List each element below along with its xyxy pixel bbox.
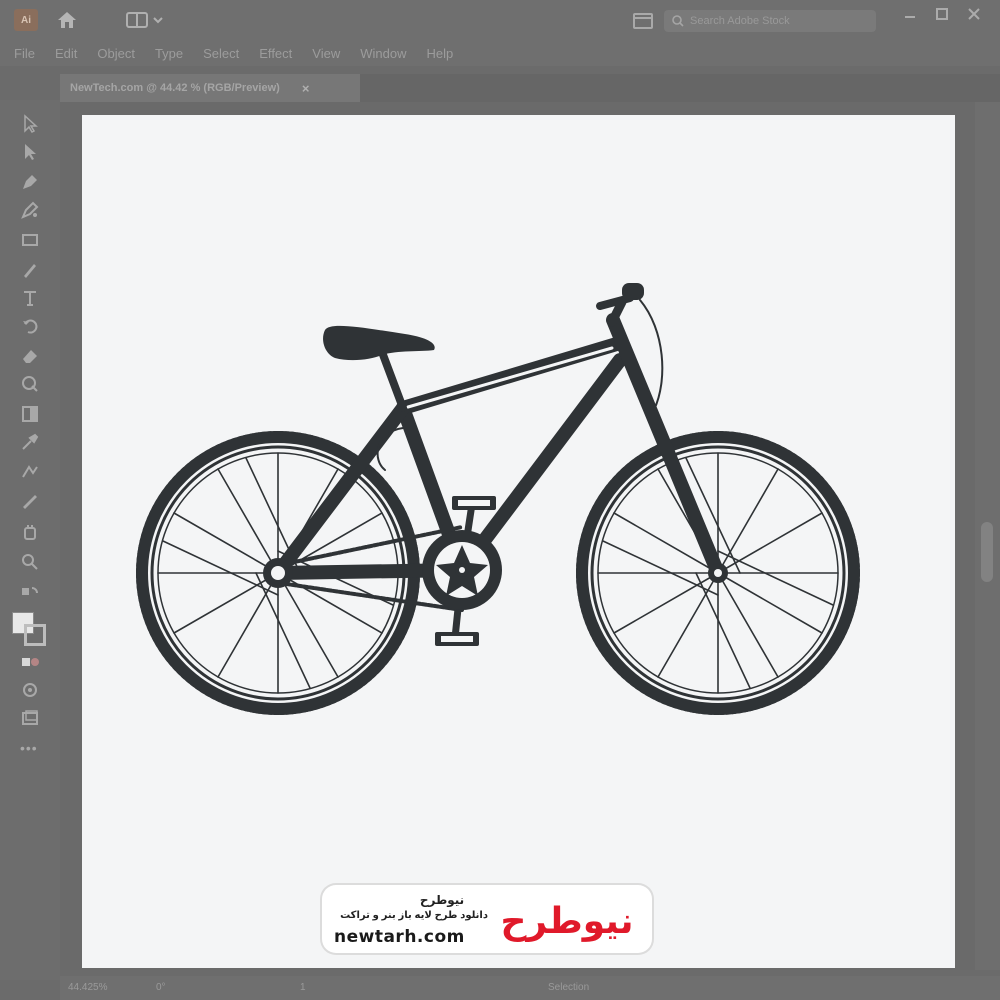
watermark-brand: نیوطرح <box>419 893 465 907</box>
status-bar: 44.425% 0° 1 Selection <box>60 976 1000 1000</box>
more-tools-icon[interactable]: ••• <box>20 740 38 756</box>
menu-help[interactable]: Help <box>426 46 453 61</box>
menu-type[interactable]: Type <box>155 46 183 61</box>
menu-edit[interactable]: Edit <box>55 46 77 61</box>
color-mode-icon[interactable] <box>18 650 42 674</box>
search-placeholder: Search Adobe Stock <box>690 15 790 27</box>
maximize-icon[interactable] <box>934 6 950 22</box>
draw-mode-icon[interactable] <box>18 678 42 702</box>
shape-builder-tool-icon[interactable] <box>18 372 42 396</box>
document-tab-title: NewTech.com @ 44.42 % (RGB/Preview) <box>70 82 280 94</box>
rotate-tool-icon[interactable] <box>18 314 42 338</box>
artboard[interactable] <box>82 115 955 968</box>
minimize-icon[interactable] <box>902 6 918 22</box>
swap-colors-icon[interactable] <box>18 582 42 606</box>
brand-logo: نیوطرح <box>500 901 633 942</box>
scrollbar-handle[interactable] <box>981 522 993 582</box>
blend-tool-icon[interactable] <box>18 460 42 484</box>
search-input[interactable]: Search Adobe Stock <box>664 10 876 32</box>
brand-logo-text: نیوطرح <box>500 901 633 942</box>
screen-mode-icon[interactable] <box>18 706 42 730</box>
document-tab[interactable]: NewTech.com @ 44.42 % (RGB/Preview) × <box>60 74 360 102</box>
app-bar: Ai Search Adobe Stock <box>0 0 1000 40</box>
tools-panel: ••• <box>0 100 60 980</box>
type-tool-icon[interactable] <box>18 286 42 310</box>
current-tool-name: Selection <box>548 982 590 993</box>
direct-selection-tool-icon[interactable] <box>18 140 42 164</box>
menu-view[interactable]: View <box>312 46 340 61</box>
eraser-tool-icon[interactable] <box>18 344 42 368</box>
bicycle-illustration <box>136 283 860 715</box>
selection-tool-icon[interactable] <box>18 112 42 136</box>
gradient-tool-icon[interactable] <box>18 402 42 426</box>
stroke-color-swatch[interactable] <box>24 624 46 646</box>
watermark-badge: نیوطرح دانلود طرح لایه باز بنر و تراکت n… <box>322 885 652 953</box>
menu-bar: File Edit Object Type Select Effect View… <box>0 40 1000 66</box>
watermark-url: newtarh.com <box>334 927 465 947</box>
paintbrush-tool-icon[interactable] <box>18 258 42 282</box>
slice-tool-icon[interactable] <box>18 490 42 514</box>
search-icon <box>672 15 684 27</box>
curvature-tool-icon[interactable] <box>18 198 42 222</box>
rectangle-tool-icon[interactable] <box>18 228 42 252</box>
eyedropper-tool-icon[interactable] <box>18 430 42 454</box>
arrange-documents-icon[interactable] <box>632 12 654 30</box>
close-tab-icon[interactable]: × <box>302 81 310 96</box>
hand-tool-icon[interactable] <box>18 520 42 544</box>
pen-tool-icon[interactable] <box>18 170 42 194</box>
workspace-switcher-icon[interactable] <box>126 11 166 29</box>
menu-object[interactable]: Object <box>97 46 135 61</box>
artboard-number[interactable]: 1 <box>300 982 306 993</box>
app-logo: Ai <box>14 9 38 31</box>
menu-select[interactable]: Select <box>203 46 239 61</box>
document-tab-bar: NewTech.com @ 44.42 % (RGB/Preview) × <box>60 74 1000 102</box>
app-logo-text: Ai <box>21 14 31 26</box>
rotation-value[interactable]: 0° <box>156 982 166 993</box>
menu-effect[interactable]: Effect <box>259 46 292 61</box>
menu-file[interactable]: File <box>14 46 35 61</box>
vertical-scrollbar[interactable] <box>975 102 1000 970</box>
zoom-tool-icon[interactable] <box>18 550 42 574</box>
zoom-level[interactable]: 44.425% <box>68 982 107 993</box>
close-window-icon[interactable] <box>966 6 982 22</box>
home-icon[interactable] <box>56 10 78 30</box>
menu-window[interactable]: Window <box>360 46 406 61</box>
watermark-tagline: دانلود طرح لایه باز بنر و تراکت <box>340 910 488 921</box>
